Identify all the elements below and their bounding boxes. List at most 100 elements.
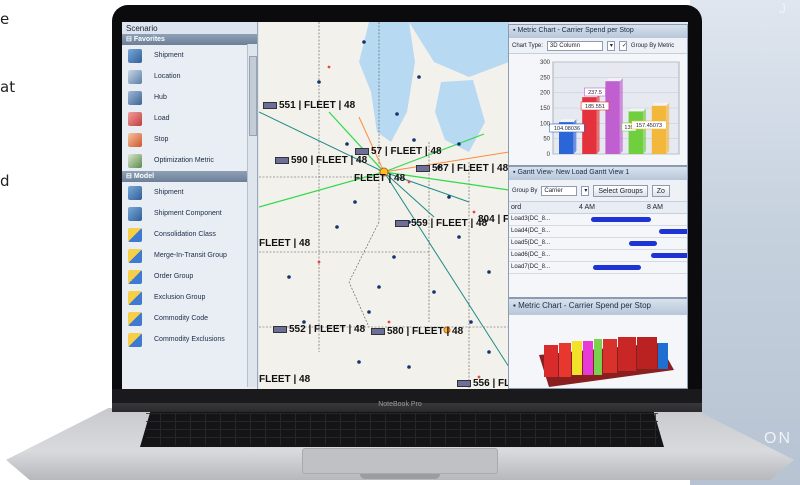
stop-icon xyxy=(128,132,142,147)
gantt-row[interactable]: Load6(DC_8... xyxy=(509,250,687,262)
data-label: 237.5 xyxy=(588,90,602,96)
chart-bar[interactable] xyxy=(605,78,623,154)
fleet-label[interactable]: 57 | FLEET | 48 xyxy=(355,146,442,157)
section-model[interactable]: ⊟ Model xyxy=(122,171,257,182)
sidebar-item-consolidation-class[interactable]: Consolidation Class xyxy=(122,224,257,245)
data-label: 104.08036 xyxy=(554,126,580,132)
fleet-label[interactable]: FLEET | 48 xyxy=(354,173,405,184)
chart-block xyxy=(618,337,636,371)
cube-icon xyxy=(128,248,142,263)
sidebar-item-commodity-exclusions[interactable]: Commodity Exclusions xyxy=(122,329,257,350)
truck-icon xyxy=(371,327,385,335)
gantt-bar[interactable] xyxy=(659,229,687,234)
sidebar-title: Scenario xyxy=(122,22,257,34)
optimization-metric-icon xyxy=(128,153,142,168)
chart-block xyxy=(594,339,602,375)
y-tick-label: 100 xyxy=(540,121,551,127)
sidebar-item-order-group[interactable]: Order Group xyxy=(122,266,257,287)
sidebar-item-stop[interactable]: Stop xyxy=(122,129,257,150)
background-text: ON xyxy=(764,430,792,447)
fleet-label[interactable]: FLEET | 48 xyxy=(259,238,310,249)
y-tick-label: 50 xyxy=(543,137,550,143)
chart-block xyxy=(559,343,571,377)
fleet-label[interactable]: 587 | FLEET | 48 xyxy=(416,163,508,174)
shipment-component-icon xyxy=(128,206,142,221)
cube-icon xyxy=(128,311,142,326)
background-panel: J ON xyxy=(690,0,800,485)
panel-title: ▪ Metric Chart - Carrier Spend per Stop xyxy=(509,25,687,38)
lake-superior xyxy=(409,22,509,77)
panel-title: ▪ Metric Chart - Carrier Spend per Stop xyxy=(509,299,687,315)
chart-type-select[interactable]: 3D Column xyxy=(546,40,603,51)
metric-3d-chart[interactable] xyxy=(509,315,687,388)
gantt-toolbar: Group By Carrier ▾ Select Groups Zo xyxy=(509,180,687,202)
chart-block xyxy=(572,341,582,375)
shipment-icon xyxy=(128,48,142,63)
data-label: 185.551 xyxy=(585,104,605,110)
truck-icon xyxy=(457,379,471,387)
sidebar-item-load[interactable]: Load xyxy=(122,108,257,129)
fleet-label[interactable]: 590 | FLEET | 48 xyxy=(275,155,367,166)
gantt-row[interactable]: Load5(DC_8... xyxy=(509,238,687,250)
gantt-bar[interactable] xyxy=(629,241,657,246)
chevron-down-icon[interactable]: ▾ xyxy=(606,40,615,51)
gantt-bar[interactable] xyxy=(591,217,651,222)
gantt-row[interactable]: Load4(DC_8... xyxy=(509,226,687,238)
trackpad xyxy=(302,448,498,474)
load-icon xyxy=(128,111,142,126)
gantt-row[interactable]: Load3(DC_8... xyxy=(509,214,687,226)
chart-block xyxy=(658,343,668,369)
chart-block xyxy=(583,341,593,375)
sidebar-item-shipment[interactable]: Shipment xyxy=(122,182,257,203)
fleet-label[interactable]: 552 | FLEET | 48 xyxy=(273,324,365,335)
truck-icon xyxy=(263,101,277,109)
hub-icon xyxy=(128,90,142,105)
section-favorites[interactable]: ⊟ Favorites xyxy=(122,34,257,45)
truck-icon xyxy=(416,164,430,172)
background-text: d xyxy=(0,172,10,190)
gantt-panel: ▪ Gantt View- New Load Gantt View 1 Grou… xyxy=(508,166,688,298)
lake-michigan xyxy=(359,22,415,142)
sidebar-item-optimization-metric[interactable]: Optimization Metric xyxy=(122,150,257,171)
truck-icon xyxy=(395,219,409,227)
select-groups-button[interactable]: Select Groups xyxy=(593,184,648,197)
scrollbar-thumb[interactable] xyxy=(249,56,257,136)
chart-block xyxy=(603,339,617,373)
sidebar-item-shipment-component[interactable]: Shipment Component xyxy=(122,203,257,224)
cube-icon xyxy=(128,227,142,242)
zoom-button[interactable]: Zo xyxy=(651,184,670,197)
fleet-label[interactable]: 804 | FL xyxy=(478,214,509,225)
metric-column-chart[interactable]: 0 50 100 150 200 250 300 104.08036 185.551 237.5 1… xyxy=(509,54,687,165)
sidebar-item-merge-in-transit[interactable]: Merge-In-Transit Group xyxy=(122,245,257,266)
y-tick-label: 200 xyxy=(540,91,551,97)
sidebar-scrollbar[interactable] xyxy=(247,44,257,387)
fleet-label[interactable]: 556 | FLE xyxy=(457,378,509,389)
truck-icon xyxy=(355,147,369,155)
sidebar-item-commodity-code[interactable]: Commodity Code xyxy=(122,308,257,329)
gantt-row[interactable]: Load7(DC_8... xyxy=(509,262,687,274)
route-map[interactable]: 551 | FLEET | 48 590 | FLEET | 48 57 | F… xyxy=(259,22,509,389)
group-by-select[interactable]: Carrier xyxy=(541,185,578,196)
y-tick-label: 250 xyxy=(540,75,551,81)
metric-chart-panel-2: ▪ Metric Chart - Carrier Spend per Stop xyxy=(508,298,688,389)
fleet-label[interactable]: FLEET | 48 xyxy=(259,374,310,385)
keyboard-keys xyxy=(146,413,658,445)
sidebar-item-exclusion-group[interactable]: Exclusion Group xyxy=(122,287,257,308)
y-tick-label: 150 xyxy=(540,106,551,112)
laptop-notch xyxy=(360,474,440,479)
sidebar-item-hub[interactable]: Hub xyxy=(122,87,257,108)
group-by-metric-checkbox[interactable]: ✓ xyxy=(618,40,627,51)
gantt-bar[interactable] xyxy=(593,265,641,270)
chevron-down-icon[interactable]: ▾ xyxy=(581,185,590,196)
truck-icon xyxy=(273,325,287,333)
fleet-label[interactable]: 580 | FLEET | 48 xyxy=(371,326,463,337)
sidebar-item-location[interactable]: Location xyxy=(122,66,257,87)
sidebar-item-shipment[interactable]: Shipment xyxy=(122,45,257,66)
fleet-label[interactable]: 551 | FLEET | 48 xyxy=(263,100,355,111)
location-icon xyxy=(128,69,142,84)
background-text: J xyxy=(779,0,786,16)
data-label: 157.45073 xyxy=(636,123,662,129)
gantt-bar[interactable] xyxy=(651,253,687,258)
panel-title: ▪ Gantt View- New Load Gantt View 1 xyxy=(509,167,687,180)
fleet-label[interactable]: 559 | FLEET | 48 xyxy=(395,218,487,229)
